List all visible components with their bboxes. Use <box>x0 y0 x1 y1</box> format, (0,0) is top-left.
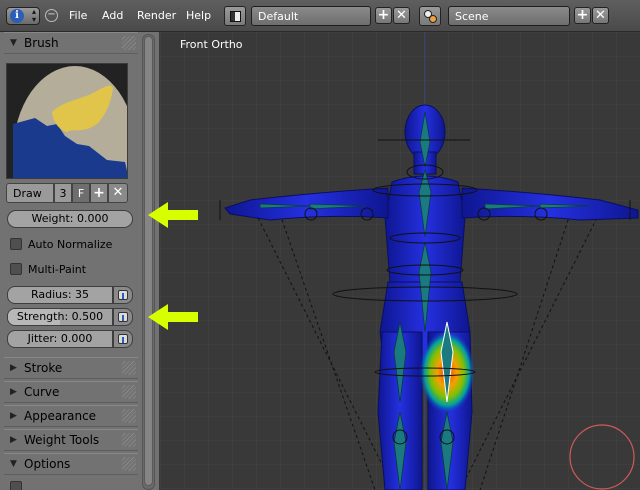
new-brush-button[interactable]: + <box>90 183 108 203</box>
collapsed-triangle-icon: ▶ <box>10 387 17 397</box>
expanded-triangle-icon: ▼ <box>10 38 17 48</box>
info-icon: i <box>10 9 24 23</box>
tablet-pressure-icon <box>118 334 128 344</box>
scene-icon <box>424 10 437 23</box>
panel-grip-icon[interactable] <box>122 361 136 375</box>
collapsed-triangle-icon: ▶ <box>10 435 17 445</box>
unlink-brush-button[interactable]: ✕ <box>108 183 128 203</box>
screen-layout-field[interactable]: Default <box>251 6 371 26</box>
add-scene-button[interactable]: + <box>574 7 591 24</box>
collapsed-triangle-icon: ▶ <box>10 363 17 373</box>
collapse-menus-icon[interactable]: − <box>45 9 58 22</box>
brush-section-label: Brush <box>24 36 59 50</box>
panel-grip-icon[interactable] <box>122 385 136 399</box>
curve-section-header[interactable]: ▶ Curve <box>4 381 138 403</box>
checkbox-box[interactable] <box>10 263 22 275</box>
brush-name-field[interactable]: Draw <box>6 183 54 203</box>
viewport-canvas[interactable] <box>160 32 640 490</box>
appearance-section-header[interactable]: ▶ Appearance <box>4 405 138 427</box>
tablet-pressure-icon <box>118 290 128 300</box>
curve-section-label: Curve <box>24 385 60 399</box>
annotation-arrow-weight <box>148 202 198 228</box>
viewport-view-label: Front Ortho <box>180 38 243 51</box>
scene-field[interactable]: Scene <box>448 6 570 26</box>
stroke-section-header[interactable]: ▶ Stroke <box>4 357 138 379</box>
scrollbar-thumb[interactable] <box>144 36 153 486</box>
scene-selector[interactable] <box>419 6 441 26</box>
brush-preview[interactable] <box>6 63 128 179</box>
strength-field[interactable]: Strength: 0.500 <box>7 308 113 326</box>
options-section-header[interactable]: ▼ Options <box>4 453 138 475</box>
checkbox-box[interactable] <box>10 238 22 250</box>
collapsed-triangle-icon: ▶ <box>10 411 17 421</box>
menu-render[interactable]: Render <box>137 9 176 22</box>
jitter-pressure-toggle[interactable] <box>113 330 133 348</box>
brush-section-header[interactable]: ▼ Brush <box>4 32 138 54</box>
tablet-pressure-icon <box>118 312 128 322</box>
strength-value: Strength: 0.500 <box>16 310 104 323</box>
panel-grip-icon[interactable] <box>122 409 136 423</box>
delete-scene-button[interactable]: ✕ <box>592 7 609 24</box>
weight-tools-section-header[interactable]: ▶ Weight Tools <box>4 429 138 451</box>
weight-tools-section-label: Weight Tools <box>24 433 100 447</box>
checkbox-box[interactable] <box>10 481 22 490</box>
brush-users-count: 3 <box>54 183 72 203</box>
menu-help[interactable]: Help <box>186 9 211 22</box>
editor-type-button[interactable]: i ▴ ▾ <box>6 7 40 25</box>
3d-viewport[interactable]: Front Ortho <box>160 32 640 490</box>
delete-screen-button[interactable]: ✕ <box>393 7 410 24</box>
radius-field[interactable]: Radius: 35 <box>7 286 113 304</box>
menu-file[interactable]: File <box>69 9 87 22</box>
screen-layout-icon <box>230 11 241 22</box>
tool-shelf-scrollbar[interactable] <box>142 34 155 490</box>
brush-texture-image <box>7 64 127 178</box>
radius-pressure-toggle[interactable] <box>113 286 133 304</box>
strength-pressure-toggle[interactable] <box>113 308 133 326</box>
expanded-triangle-icon: ▼ <box>10 459 17 469</box>
annotation-arrow-strength <box>148 304 198 330</box>
stroke-section-label: Stroke <box>24 361 63 375</box>
info-header: i ▴ ▾ − File Add Render Help Default + ✕ … <box>0 0 640 32</box>
appearance-section-label: Appearance <box>24 409 97 423</box>
panel-grip-icon[interactable] <box>122 457 136 471</box>
panel-grip-icon[interactable] <box>122 36 136 50</box>
fake-user-toggle[interactable]: F <box>72 183 90 203</box>
panel-grip-icon[interactable] <box>122 433 136 447</box>
weight-slider[interactable]: Weight: 0.000 <box>7 210 133 228</box>
radius-value: Radius: 35 <box>30 288 90 301</box>
up-down-icon: ▴ ▾ <box>31 7 36 24</box>
menu-add[interactable]: Add <box>102 9 123 22</box>
add-screen-button[interactable]: + <box>375 7 392 24</box>
jitter-field[interactable]: Jitter: 0.000 <box>7 330 113 348</box>
auto-normalize-label: Auto Normalize <box>28 238 113 251</box>
jitter-value: Jitter: 0.000 <box>27 332 93 345</box>
screen-layout-selector[interactable] <box>224 6 246 26</box>
multi-paint-label: Multi-Paint <box>28 263 87 276</box>
options-section-label: Options <box>24 457 71 471</box>
